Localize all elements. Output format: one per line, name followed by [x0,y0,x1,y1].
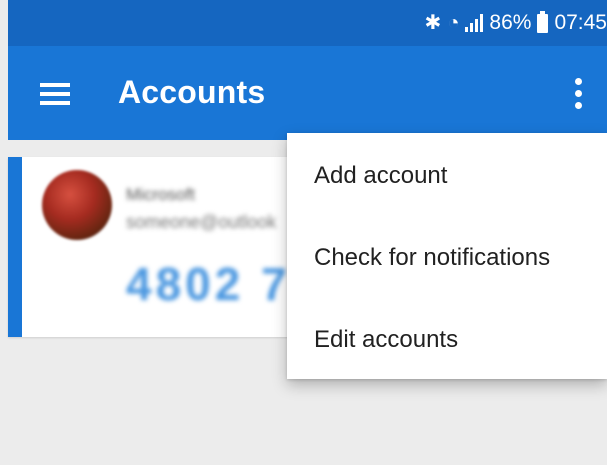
overflow-menu: Add account Check for notifications Edit… [287,133,607,379]
account-username: someone@outlook [126,212,277,232]
menu-item-edit-accounts[interactable]: Edit accounts [287,299,607,381]
hamburger-menu-icon[interactable] [40,83,70,105]
account-code: 4802 7 [126,258,291,310]
account-avatar [42,170,112,240]
more-vert-icon[interactable] [573,78,583,110]
status-icons: ✱ ◔ 86% 07:45 [425,10,607,36]
signal-icon [465,14,484,32]
clock: 07:45 [554,11,607,34]
bluetooth-icon: ✱ [424,12,442,34]
page-title: Accounts [118,74,266,110]
selected-indicator [8,157,22,337]
status-bar: ✱ ◔ 86% 07:45 [8,0,607,46]
wifi-icon: ◔ [447,12,460,34]
app-bar: Accounts [8,46,607,140]
battery-icon [537,10,549,33]
battery-percent: 86% [489,11,532,34]
account-issuer: Microsoft [126,185,195,204]
menu-item-check-notifications[interactable]: Check for notifications [287,217,607,299]
menu-item-add-account[interactable]: Add account [287,135,607,217]
